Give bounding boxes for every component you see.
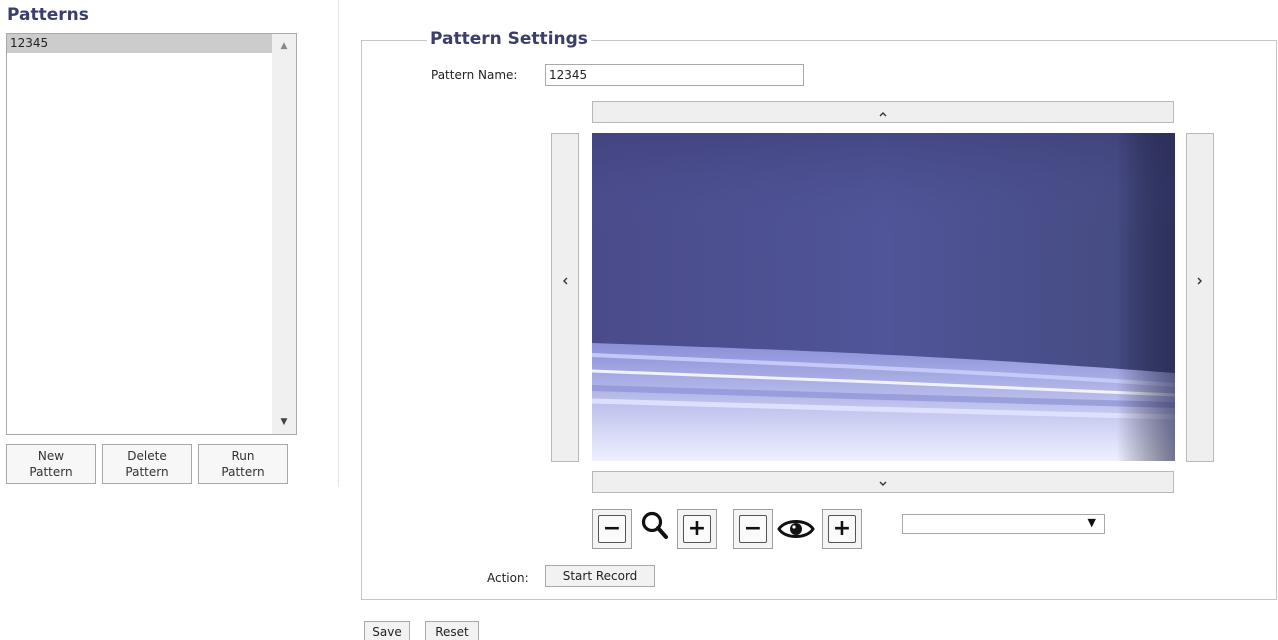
pattern-settings-legend: Pattern Settings bbox=[427, 29, 591, 49]
camera-video-image bbox=[592, 133, 1175, 461]
pattern-list-item[interactable]: 12345 bbox=[7, 34, 272, 53]
pan-right-button[interactable] bbox=[1186, 133, 1214, 462]
preset-select[interactable]: ▼ bbox=[902, 514, 1105, 534]
pattern-name-label: Pattern Name: bbox=[431, 68, 518, 82]
patterns-title: Patterns bbox=[7, 5, 89, 25]
reset-button[interactable]: Reset bbox=[425, 621, 479, 640]
scroll-up-icon[interactable]: ▲ bbox=[272, 36, 296, 56]
new-pattern-button[interactable]: New Pattern bbox=[6, 444, 96, 484]
focus-out-button[interactable]: − bbox=[733, 509, 773, 549]
pan-left-button[interactable] bbox=[551, 133, 579, 462]
chevron-down-icon bbox=[879, 481, 887, 486]
eye-icon bbox=[777, 520, 815, 538]
panel-divider bbox=[338, 0, 339, 487]
run-pattern-button[interactable]: Run Pattern bbox=[198, 444, 288, 484]
chevron-left-icon bbox=[563, 277, 568, 284]
chevron-up-icon bbox=[879, 111, 887, 116]
save-button[interactable]: Save bbox=[364, 621, 410, 640]
start-record-button[interactable]: Start Record bbox=[545, 565, 655, 587]
zoom-in-button[interactable]: + bbox=[677, 509, 717, 549]
chevron-right-icon bbox=[1197, 277, 1202, 284]
dropdown-arrow-icon: ▼ bbox=[1087, 516, 1096, 529]
zoom-out-button[interactable]: − bbox=[592, 509, 632, 549]
pattern-name-input[interactable] bbox=[545, 64, 804, 86]
magnifier-icon bbox=[641, 511, 668, 539]
scroll-down-icon[interactable]: ▼ bbox=[272, 412, 296, 432]
delete-pattern-button[interactable]: Delete Pattern bbox=[102, 444, 192, 484]
focus-in-button[interactable]: + bbox=[822, 509, 862, 549]
pattern-page: Patterns 12345 ▲ ▼ New Pattern Delete Pa… bbox=[0, 0, 1278, 640]
pattern-list[interactable]: 12345 ▲ ▼ bbox=[6, 33, 297, 435]
pattern-list-scrollbar[interactable]: ▲ ▼ bbox=[272, 34, 296, 434]
camera-video-preview[interactable] bbox=[592, 133, 1175, 461]
pan-up-button[interactable] bbox=[592, 101, 1174, 123]
action-label: Action: bbox=[487, 571, 529, 585]
pan-down-button[interactable] bbox=[592, 471, 1174, 493]
